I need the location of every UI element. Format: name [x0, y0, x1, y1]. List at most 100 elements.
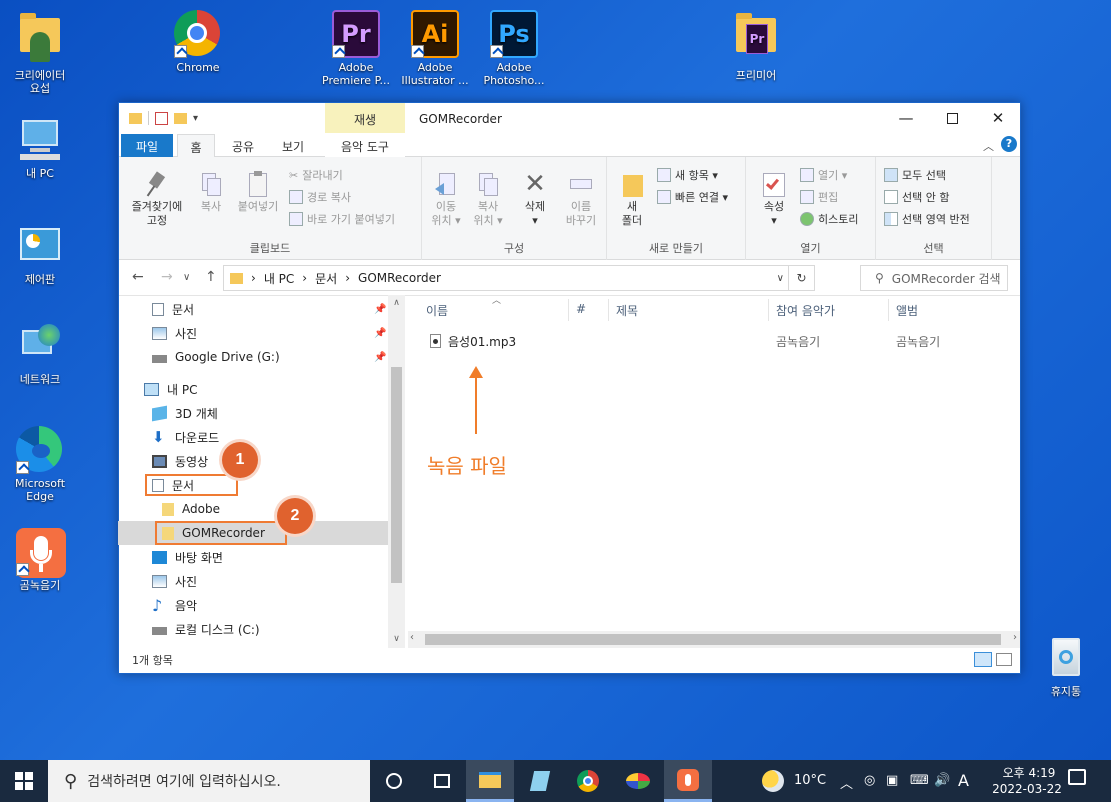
nav-item-3d-objects[interactable]: 3D 개체	[118, 401, 388, 425]
move-to-button[interactable]: 이동 위치 ▾	[428, 171, 464, 228]
column-album[interactable]: 앨범	[896, 302, 918, 319]
nav-item-local-disk[interactable]: 로컬 디스크 (C:)	[118, 617, 388, 641]
minimize-button[interactable]: —	[883, 103, 929, 133]
horizontal-scrollbar[interactable]: ‹ ›	[408, 631, 1020, 648]
task-view-button[interactable]	[418, 760, 466, 802]
taskbar-gomrecorder[interactable]	[664, 760, 712, 802]
scroll-right-icon[interactable]: ›	[1013, 632, 1017, 643]
weather-temperature[interactable]: 10°C	[794, 773, 826, 788]
nav-item-documents-pinned[interactable]: 문서 📌	[118, 297, 388, 321]
rename-button[interactable]: 이름 바꾸기	[560, 171, 602, 228]
address-dropdown-icon[interactable]: ∨	[777, 273, 784, 284]
column-separator[interactable]	[608, 299, 609, 321]
tab-home[interactable]: 홈	[177, 134, 215, 158]
show-hidden-icons-icon[interactable]: ︿	[840, 773, 853, 792]
input-method-indicator[interactable]: A	[958, 771, 969, 790]
up-icon[interactable]: ↑	[205, 269, 217, 285]
meet-now-icon[interactable]: ◎	[864, 773, 875, 788]
column-separator[interactable]	[888, 299, 889, 321]
column-title[interactable]: 제목	[616, 302, 638, 319]
weather-icon[interactable]	[762, 770, 784, 792]
new-folder-button[interactable]: 새 폴더	[615, 171, 649, 228]
copy-path-button[interactable]: 경로 복사	[289, 189, 351, 205]
nav-item-adobe[interactable]: Adobe	[118, 497, 388, 521]
column-name[interactable]: 이름	[426, 302, 448, 319]
nav-scrollbar[interactable]: ∧ ∨	[388, 295, 405, 648]
start-button[interactable]	[0, 760, 48, 802]
recent-locations-icon[interactable]: ∨	[183, 272, 190, 283]
scroll-left-icon[interactable]: ‹	[410, 632, 414, 643]
desktop-icon-gomrecorder[interactable]: 곰녹음기	[2, 528, 78, 592]
desktop-icon-this-pc[interactable]: 내 PC	[2, 116, 78, 180]
paste-button[interactable]: 붙여넣기	[233, 171, 283, 214]
volume-icon[interactable]: 🔊	[934, 773, 950, 788]
new-item-button[interactable]: 새 항목 ▾	[657, 167, 718, 183]
desktop-icon-control-panel[interactable]: 제어판	[2, 222, 78, 286]
column-separator[interactable]	[768, 299, 769, 321]
customize-qat-icon[interactable]: ▾	[193, 113, 198, 124]
close-button[interactable]: ✕	[975, 103, 1021, 133]
desktop-icon-premiere[interactable]: Pr Adobe Premiere P...	[318, 10, 394, 87]
maximize-button[interactable]	[929, 103, 975, 133]
desktop-icon-premiere-folder[interactable]: Pr 프리미어	[718, 10, 794, 82]
help-icon[interactable]: ?	[1001, 136, 1017, 152]
invert-selection-button[interactable]: 선택 영역 반전	[884, 211, 970, 227]
desktop-icon-edge[interactable]: Microsoft Edge	[2, 426, 78, 503]
nav-item-google-drive[interactable]: Google Drive (G:) 📌	[118, 345, 388, 369]
breadcrumb-documents[interactable]: 문서	[315, 270, 337, 287]
nav-item-pictures[interactable]: 사진	[118, 569, 388, 593]
scroll-up-icon[interactable]: ∧	[388, 295, 405, 312]
pin-icon[interactable]: 📌	[374, 304, 386, 315]
paste-shortcut-button[interactable]: 바로 가기 붙여넣기	[289, 211, 395, 227]
nav-item-this-pc[interactable]: 내 PC	[118, 377, 388, 401]
pin-icon[interactable]: 📌	[374, 352, 386, 363]
breadcrumb-this-pc[interactable]: 내 PC	[264, 270, 294, 287]
pin-icon[interactable]: 📌	[374, 328, 386, 339]
taskbar-notes[interactable]	[516, 760, 564, 802]
cut-button[interactable]: ✂ 잘라내기	[289, 167, 343, 183]
breadcrumb-gomrecorder[interactable]: GOMRecorder	[358, 271, 441, 285]
taskbar-search[interactable]: ⚲ 검색하려면 여기에 입력하십시오.	[48, 760, 370, 802]
desktop-icon-recycle-bin[interactable]: 휴지통	[1028, 634, 1104, 698]
cortana-button[interactable]	[370, 760, 418, 802]
search-box[interactable]: ⚲ GOMRecorder 검색	[860, 265, 1008, 291]
desktop-icon-chrome[interactable]: Chrome	[160, 10, 236, 74]
delete-button[interactable]: ✕ 삭제 ▾	[518, 171, 552, 228]
back-icon[interactable]: ←	[132, 269, 144, 285]
tab-music-tools[interactable]: 음악 도구	[325, 134, 405, 157]
table-row[interactable]: 음성01.mp3 곰녹음기 곰녹음기	[420, 329, 1000, 353]
pin-to-quick-access-button[interactable]: 즐겨찾기에 고정	[125, 171, 189, 228]
properties-button[interactable]: 속성 ▾	[756, 171, 792, 228]
scrollbar-thumb[interactable]	[391, 367, 402, 583]
column-contributing-artists[interactable]: 참여 음악가	[776, 302, 835, 319]
column-number[interactable]: #	[576, 302, 586, 316]
clock-date[interactable]: 2022-03-22	[986, 782, 1068, 796]
collapse-ribbon-icon[interactable]: ︿	[983, 138, 994, 154]
nav-item-desktop[interactable]: 바탕 화면	[118, 545, 388, 569]
open-button[interactable]: 열기 ▾	[800, 167, 847, 183]
desktop-icon-network[interactable]: 네트워크	[2, 322, 78, 386]
nav-item-music[interactable]: ♪ 음악	[118, 593, 388, 617]
tab-view[interactable]: 보기	[271, 134, 315, 157]
desktop-icon-illustrator[interactable]: Ai Adobe Illustrator ...	[397, 10, 473, 87]
select-none-button[interactable]: 선택 안 함	[884, 189, 949, 205]
easy-access-button[interactable]: 빠른 연결 ▾	[657, 189, 728, 205]
nav-item-downloads[interactable]: ⬇ 다운로드	[118, 425, 388, 449]
edit-button[interactable]: 편집	[800, 189, 838, 205]
taskbar-chrome[interactable]	[564, 760, 612, 802]
desktop-icon-creator[interactable]: 크리에이터 요섭	[2, 10, 78, 95]
taskbar-paint[interactable]	[614, 760, 662, 802]
copy-to-button[interactable]: 복사 위치 ▾	[470, 171, 506, 228]
scrollbar-thumb[interactable]	[425, 634, 1001, 645]
context-tab-play[interactable]: 재생	[325, 103, 405, 133]
select-all-button[interactable]: 모두 선택	[884, 167, 946, 183]
notifications-icon[interactable]	[1068, 769, 1086, 785]
properties-icon[interactable]	[155, 111, 168, 125]
taskbar-file-explorer[interactable]	[466, 760, 514, 802]
display-icon[interactable]: ▣	[886, 773, 898, 788]
column-separator[interactable]	[568, 299, 569, 321]
desktop-icon-photoshop[interactable]: Ps Adobe Photosho...	[476, 10, 552, 87]
tab-file[interactable]: 파일	[121, 134, 173, 157]
new-folder-icon[interactable]	[174, 112, 187, 124]
address-bar[interactable]: › 내 PC › 문서 › GOMRecorder ∨ ↻	[223, 265, 815, 291]
